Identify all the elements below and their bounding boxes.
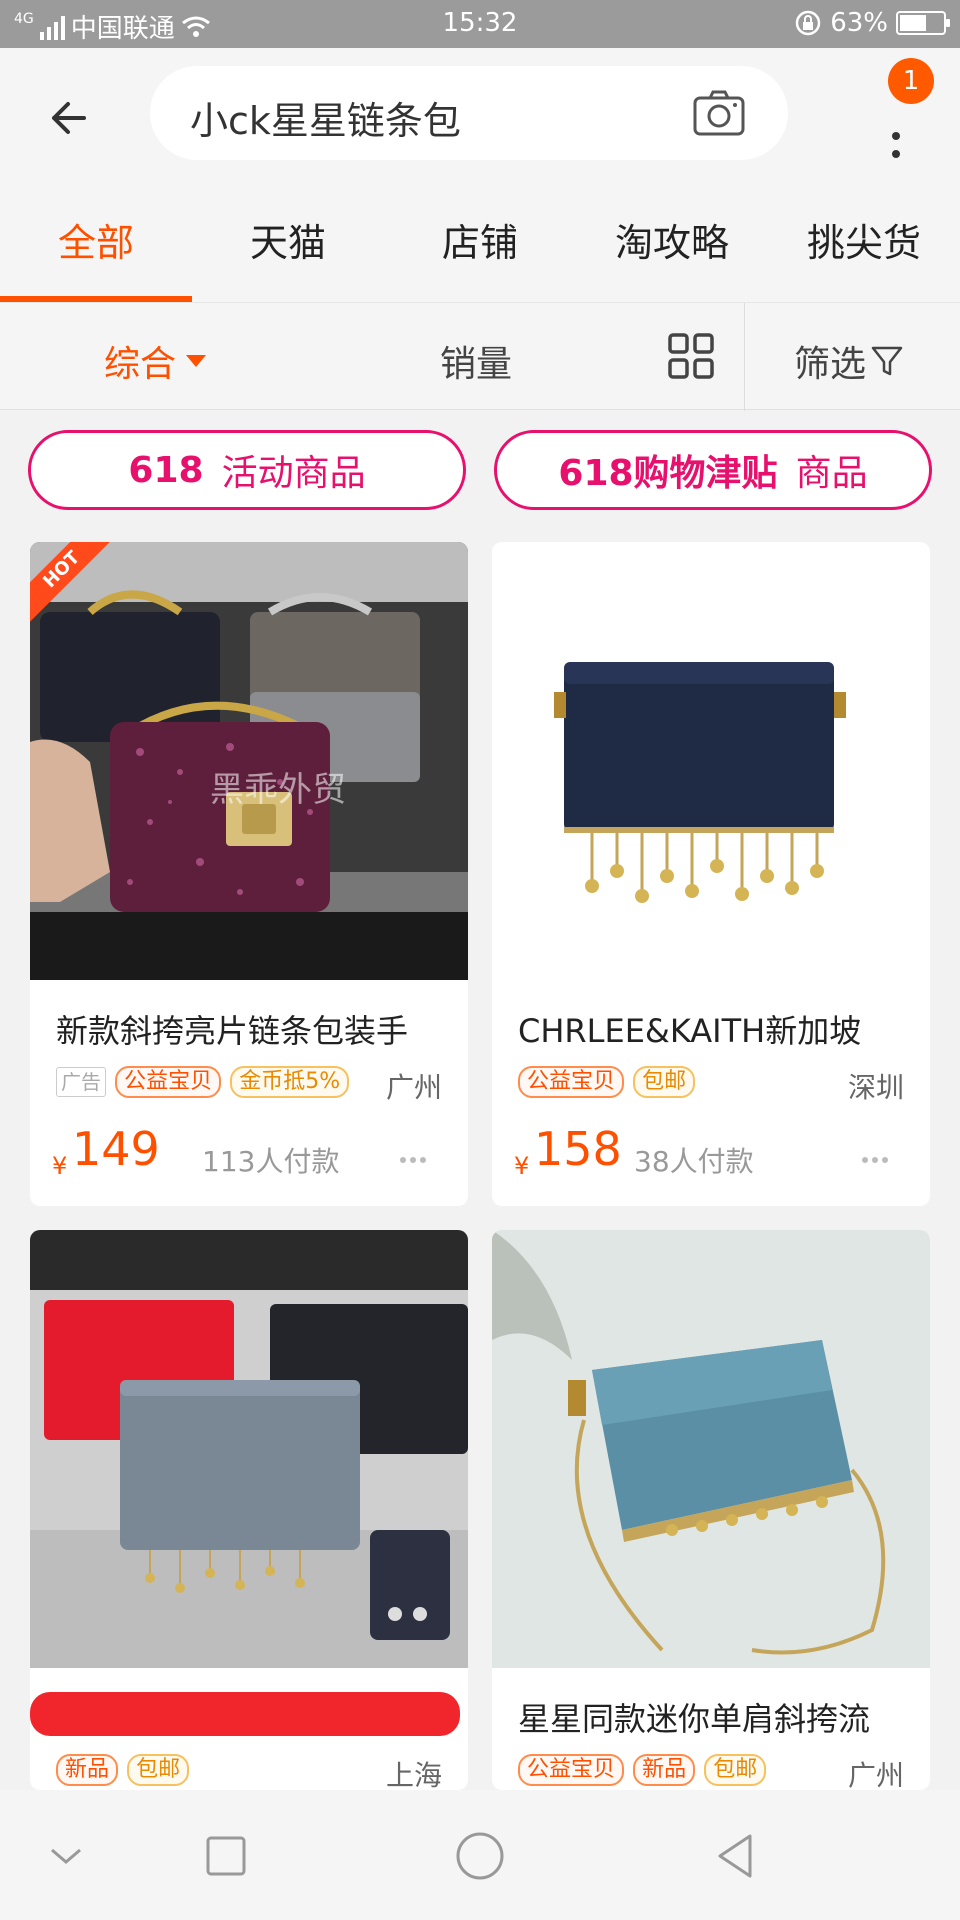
battery-icon <box>896 11 950 35</box>
sort-sales[interactable]: 销量 <box>440 335 512 387</box>
product-location: 上海 <box>385 1759 442 1790</box>
search-box[interactable]: 小ck星星链条包 <box>150 66 788 160</box>
notification-badge[interactable]: 1 <box>888 58 934 104</box>
tab-shops[interactable]: 店铺 <box>384 212 576 267</box>
product-location: 广州 <box>847 1759 904 1790</box>
product-image[interactable]: HOT 黑乖外贸 <box>30 542 468 980</box>
tag-new: 新品 <box>56 1754 119 1786</box>
clock: 15:32 <box>442 8 518 38</box>
caret-down-icon <box>186 355 207 367</box>
more-dot-icon <box>892 132 900 140</box>
sort-bar: 综合 销量 筛选 <box>0 302 960 411</box>
currency-symbol: ¥ <box>514 1152 530 1180</box>
search-query[interactable]: 小ck星星链条包 <box>190 90 461 145</box>
collapse-button[interactable] <box>36 1826 96 1886</box>
product-card[interactable]: CHRLEE&KAITH新加坡 公益宝贝 包邮 深圳 ¥ 158 38人付款 <box>492 542 930 1206</box>
product-title[interactable]: 星星同款迷你单肩斜挎流 <box>518 1694 918 1740</box>
tag-new: 新品 <box>633 1754 696 1786</box>
product-price: 158 <box>534 1122 622 1176</box>
tag-free-shipping: 包邮 <box>704 1754 767 1786</box>
search-header: 小ck星星链条包 <box>0 48 960 178</box>
promo-bold: 618 <box>128 449 204 491</box>
product-card[interactable]: 新品 包邮 上海 <box>30 1230 468 1790</box>
promo-bold: 618购物津贴 <box>558 453 778 494</box>
sort-comprehensive-label: 综合 <box>104 344 177 385</box>
back-arrow-icon <box>52 102 86 134</box>
more-menu-button[interactable] <box>880 92 914 192</box>
product-card[interactable]: HOT 黑乖外贸 新款斜挎亮片链条包装手 广告 公益宝贝 金币抵5% 广州 ¥ … <box>30 542 468 1206</box>
square-icon <box>206 1836 246 1876</box>
filter-button[interactable]: 筛选 <box>794 335 904 387</box>
rotation-lock-icon <box>795 10 821 36</box>
back-nav-button[interactable] <box>706 1826 766 1886</box>
grid-view-icon <box>668 333 714 379</box>
product-location: 深圳 <box>847 1071 904 1104</box>
price-row: ¥ 158 38人付款 <box>514 1122 914 1182</box>
ad-label: 广告 <box>56 1067 106 1097</box>
product-price: 149 <box>72 1122 160 1176</box>
product-image[interactable] <box>492 1230 930 1668</box>
tab-all[interactable]: 全部 <box>0 212 192 267</box>
tag-charity: 公益宝贝 <box>518 1754 625 1786</box>
product-title[interactable]: 新款斜挎亮片链条包装手 <box>56 1006 456 1052</box>
tag-charity: 公益宝贝 <box>518 1066 625 1098</box>
sold-count: 113人付款 <box>202 1145 340 1178</box>
camera-icon <box>693 90 745 136</box>
more-options-button[interactable] <box>862 1148 902 1163</box>
currency-symbol: ¥ <box>52 1152 68 1180</box>
product-title[interactable]: CHRLEE&KAITH新加坡 <box>518 1006 918 1052</box>
tag-charity: 公益宝贝 <box>115 1066 222 1098</box>
product-photo-navy-bag <box>492 542 930 980</box>
status-bar: 4G 中国联通 15:32 63% <box>0 0 960 48</box>
search-tabs: 全部 天猫 店铺 淘攻略 挑尖货 <box>0 178 960 302</box>
sort-comprehensive[interactable]: 综合 <box>104 335 207 387</box>
promo-text: 商品 <box>795 453 868 494</box>
triangle-back-icon <box>718 1834 752 1878</box>
filter-funnel-icon <box>871 346 903 376</box>
tag-coin-discount: 金币抵5% <box>230 1066 350 1098</box>
tab-tmall[interactable]: 天猫 <box>192 212 384 267</box>
product-image[interactable] <box>30 1230 468 1668</box>
circle-icon <box>456 1832 504 1880</box>
redacted-title <box>30 1692 460 1736</box>
system-nav-bar <box>0 1790 960 1920</box>
tab-guides[interactable]: 淘攻略 <box>576 212 768 267</box>
watermark-text: 黑乖外贸 <box>210 770 346 810</box>
product-location: 广州 <box>385 1071 442 1104</box>
home-button[interactable] <box>450 1826 510 1886</box>
filter-label: 筛选 <box>794 344 867 385</box>
more-dot-icon <box>892 150 900 158</box>
more-options-button[interactable] <box>400 1148 440 1163</box>
price-row: ¥ 149 113人付款 <box>52 1122 452 1182</box>
sold-count: 38人付款 <box>634 1145 754 1178</box>
promo-618-allowance[interactable]: 618购物津贴 商品 <box>494 430 932 510</box>
product-photo-display-bags <box>30 1230 468 1668</box>
back-button[interactable] <box>44 88 104 148</box>
chevron-down-icon <box>51 1848 81 1864</box>
product-image[interactable] <box>492 542 930 980</box>
product-photo-sequin-bag <box>30 542 468 980</box>
camera-search-button[interactable] <box>692 88 746 138</box>
product-photo-blue-bag <box>492 1230 930 1668</box>
tag-free-shipping: 包邮 <box>633 1066 696 1098</box>
battery-percent: 63% <box>830 8 888 38</box>
product-card[interactable]: 星星同款迷你单肩斜挎流 公益宝贝 新品 包邮 广州 <box>492 1230 930 1790</box>
tab-premium[interactable]: 挑尖货 <box>768 212 960 267</box>
tag-free-shipping: 包邮 <box>127 1754 190 1786</box>
promo-618-activity[interactable]: 618 活动商品 <box>28 430 466 510</box>
view-toggle-button[interactable] <box>668 333 714 379</box>
recents-button[interactable] <box>196 1826 256 1886</box>
promo-text: 活动商品 <box>221 453 366 494</box>
sort-divider <box>744 303 745 411</box>
